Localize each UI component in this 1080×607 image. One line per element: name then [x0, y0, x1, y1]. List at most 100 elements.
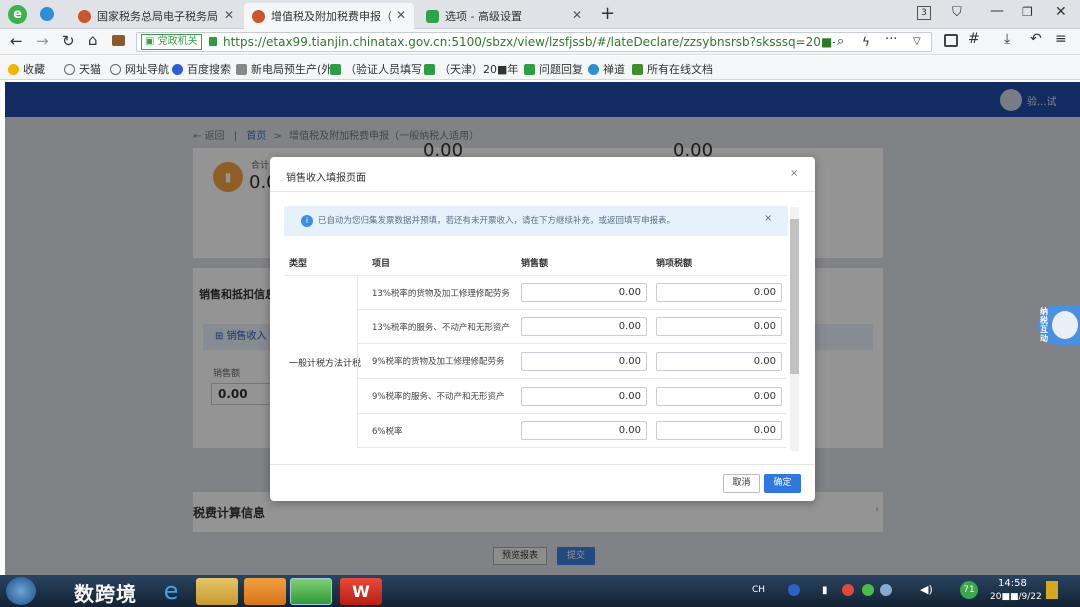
close-tab-icon[interactable]: ✕ — [572, 8, 582, 22]
scrollbar-thumb[interactable] — [790, 219, 799, 374]
settings-page-icon — [426, 9, 439, 23]
close-tab-icon[interactable]: ✕ — [396, 8, 406, 22]
header-type: 类型 — [289, 259, 308, 269]
cancel-button[interactable]: 取消 — [723, 474, 760, 493]
tab-tax-bureau[interactable]: 国家税务总局电子税务局 ✕ — [70, 3, 242, 29]
tax-input[interactable]: 0.00 — [656, 283, 782, 302]
table-row: 9%税率的服务、不动产和无形资产 0.00 0.00 — [358, 379, 786, 414]
bookmark-item[interactable]: （天津）20■年 — [424, 61, 518, 77]
baidu-icon — [172, 63, 183, 75]
info-icon: i — [301, 215, 313, 227]
watermark-text: 数跨境 — [74, 582, 137, 606]
ie-icon[interactable]: e — [150, 578, 192, 605]
help-icon[interactable] — [788, 584, 800, 596]
download-icon[interactable]: ⤓ — [1004, 31, 1010, 47]
close-tab-icon[interactable]: ✕ — [224, 8, 234, 22]
bookmark-item[interactable]: 天猫 — [64, 61, 101, 77]
feather-icon — [236, 63, 247, 75]
clock-date[interactable]: 20■■/9/22 — [990, 592, 1042, 602]
gov-badge: ▣ 党政机关 — [141, 34, 202, 50]
tax-input[interactable]: 0.00 — [656, 421, 782, 440]
bookmark-item[interactable]: 所有在线文档 — [632, 61, 713, 77]
show-desktop-button[interactable] — [1046, 581, 1058, 599]
notice-close-icon[interactable]: × — [764, 213, 772, 224]
clock-time[interactable]: 14:58 — [998, 578, 1027, 589]
confirm-button[interactable]: 确定 — [764, 474, 801, 493]
lightning-icon[interactable]: ϟ — [862, 33, 870, 51]
tax-input[interactable]: 0.00 — [656, 317, 782, 336]
bookmarks-bar: 收藏 天猫 网址导航 百度搜索 新电局预生产(外 （验证人员填写 （天津）20■… — [0, 56, 1080, 80]
tab-label: 国家税务总局电子税务局 — [97, 10, 218, 23]
restore-icon[interactable]: ❐ — [1022, 5, 1033, 19]
sales-input[interactable]: 0.00 — [521, 421, 647, 440]
mascot-icon — [1052, 311, 1078, 339]
grid-icon[interactable]: # — [968, 31, 980, 47]
close-window-icon[interactable]: ✕ — [1055, 4, 1067, 20]
modal-footer-divider — [270, 464, 815, 465]
globe-icon — [64, 63, 75, 75]
language-indicator[interactable]: CH — [752, 585, 765, 595]
table-row: 6%税率 0.00 0.00 — [358, 414, 786, 448]
network-icon[interactable]: ▮ — [822, 585, 828, 596]
telegram-icon[interactable] — [40, 7, 54, 21]
lock-icon — [209, 37, 217, 46]
doc-icon — [524, 63, 535, 75]
scrollbar[interactable] — [790, 207, 799, 451]
zoom-icon[interactable]: ⌕ — [837, 33, 844, 51]
url-bar[interactable]: ▣ 党政机关 https://etax99.tianjin.chinatax.g… — [136, 32, 932, 52]
volume-icon[interactable]: ◀) — [920, 583, 933, 596]
menu-icon[interactable]: ≡ — [1055, 31, 1067, 47]
divider — [270, 191, 815, 192]
browser-logo-icon[interactable]: e — [8, 5, 27, 24]
bookmark-favorites[interactable]: 收藏 — [8, 61, 45, 77]
browser-taskbar-icon[interactable] — [290, 578, 332, 605]
security-icon[interactable] — [842, 584, 854, 596]
bookmark-item[interactable]: （验证人员填写 — [330, 61, 422, 77]
header-tax: 销项税额 — [656, 259, 693, 269]
tax-input[interactable]: 0.00 — [656, 352, 782, 371]
wps-icon[interactable]: W — [340, 578, 382, 605]
item-label: 9%税率的服务、不动产和无形资产 — [372, 392, 505, 402]
tax-interaction-widget[interactable]: 纳税互动 — [1038, 305, 1080, 345]
window-count-badge[interactable]: 3 — [917, 6, 931, 20]
bookmark-item[interactable]: 问题回复 — [524, 61, 583, 77]
start-button[interactable] — [6, 577, 36, 605]
bookmark-item[interactable]: 新电局预生产(外 — [236, 61, 332, 77]
sidebar-icon[interactable] — [944, 34, 958, 47]
back-icon[interactable]: ← — [10, 32, 23, 50]
tab-label: 选项 - 高级设置 — [445, 10, 522, 23]
briefcase-icon[interactable] — [112, 35, 125, 46]
tray-icon[interactable] — [862, 584, 874, 596]
sales-input[interactable]: 0.00 — [521, 283, 647, 302]
globe-icon — [110, 63, 121, 75]
reload-icon[interactable]: ↻ — [62, 32, 75, 50]
dropdown-icon[interactable]: ▽ — [913, 33, 921, 51]
explorer-icon[interactable] — [196, 578, 238, 605]
tray-icon[interactable] — [880, 584, 892, 596]
header-sales: 销售额 — [521, 259, 549, 269]
bookmark-item[interactable]: 百度搜索 — [172, 61, 231, 77]
shirt-icon[interactable]: ⛉ — [952, 5, 962, 20]
new-tab-button[interactable]: + — [600, 3, 615, 24]
item-label: 13%税率的服务、不动产和无形资产 — [372, 323, 510, 333]
sales-input[interactable]: 0.00 — [521, 352, 647, 371]
media-player-icon[interactable] — [244, 578, 286, 605]
tray-badge[interactable]: 71 — [960, 581, 978, 599]
sales-input[interactable]: 0.00 — [521, 317, 647, 336]
forward-icon[interactable]: → — [36, 32, 49, 50]
minimize-icon[interactable]: — — [990, 3, 1004, 19]
star-icon — [8, 63, 19, 75]
doc-icon — [330, 63, 341, 75]
tax-input[interactable]: 0.00 — [656, 387, 782, 406]
home-icon[interactable]: ⌂ — [88, 31, 98, 49]
undo-icon[interactable]: ↶ — [1030, 31, 1042, 47]
sales-input[interactable]: 0.00 — [521, 387, 647, 406]
bookmark-item[interactable]: 禅道 — [588, 61, 625, 77]
dialog-close-icon[interactable]: × — [790, 168, 798, 179]
tax-emblem-icon — [252, 9, 265, 23]
tab-vat-declaration[interactable]: 增值税及附加税费申报（一般纳 ✕ — [244, 3, 414, 29]
item-label: 9%税率的货物及加工修理修配劳务 — [372, 357, 505, 367]
tab-settings[interactable]: 选项 - 高级设置 ✕ — [418, 3, 590, 29]
more-icon[interactable]: ··· — [885, 31, 897, 49]
bookmark-item[interactable]: 网址导航 — [110, 61, 169, 77]
